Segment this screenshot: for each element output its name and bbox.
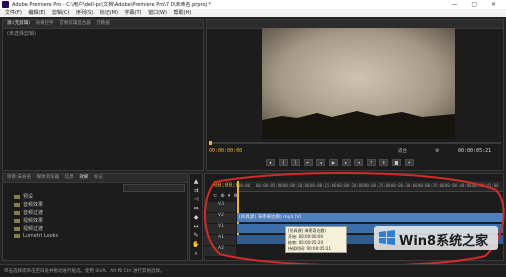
menu-bar: 文件(F) 编辑(E) 剪辑(C) 序列(S) 标记(M) 字幕(T) 窗口(W… — [0, 9, 506, 17]
menu-file[interactable]: 文件(F) — [5, 9, 22, 17]
menu-help[interactable]: 帮助(H) — [174, 9, 192, 17]
red-annotation-circle — [204, 171, 505, 267]
effects-panel-tabs: 项目:未命名 媒体浏览器 信息 效果 标记 — [3, 174, 187, 183]
tab-source[interactable]: 源:(无剪辑) — [7, 20, 30, 28]
step-forward-icon[interactable]: ▸ — [341, 159, 351, 166]
mark-in-icon[interactable]: { — [278, 159, 288, 166]
step-back-icon[interactable]: ◂ — [316, 159, 326, 166]
settings-wrench-icon[interactable]: ⚙ — [435, 148, 445, 154]
watermark: Win8系统之家 — [374, 226, 498, 250]
mark-out-icon[interactable]: } — [291, 159, 301, 166]
program-timecode-current[interactable]: 00:00:00:00 — [209, 148, 242, 154]
ripple-edit-tool-icon[interactable]: ⊣ — [192, 196, 200, 204]
razor-tool-icon[interactable]: ◆ — [192, 214, 200, 222]
folder-item[interactable]: 视频过渡 — [14, 225, 43, 232]
folder-icon — [14, 194, 20, 199]
lift-icon[interactable]: ⇡ — [366, 159, 376, 166]
go-to-out-icon[interactable]: ⇥ — [354, 159, 364, 166]
menu-clip[interactable]: 剪辑(C) — [52, 9, 69, 17]
tab-markers[interactable]: 标记 — [94, 174, 103, 182]
program-timecode-duration: 00:00:05:21 — [458, 148, 492, 154]
effects-search-input[interactable] — [123, 184, 185, 192]
plus-icon[interactable]: + — [404, 159, 414, 166]
program-playhead[interactable] — [209, 141, 212, 145]
folder-item[interactable]: 视频效果 — [14, 217, 43, 224]
window-controls[interactable]: — ▢ ✕ — [451, 1, 502, 8]
play-icon[interactable]: ▶ — [328, 159, 338, 166]
folder-icon — [14, 218, 20, 223]
folder-icon — [14, 226, 20, 231]
source-panel-tabs: 源:(无剪辑) 效果控件 音频剪辑混合器 元数据 — [3, 20, 203, 29]
menu-sequence[interactable]: 序列(S) — [76, 9, 93, 17]
folder-item[interactable]: 预设 — [14, 193, 33, 200]
watermark-text: Win8系统之家 — [399, 234, 489, 249]
folder-icon — [14, 210, 20, 215]
no-clip-selected-text: (未选择剪辑) — [7, 31, 36, 37]
zoom-tool-icon[interactable]: ⌕ — [192, 250, 200, 258]
menu-window[interactable]: 窗口(W) — [148, 9, 167, 17]
tab-effects[interactable]: 效果 — [79, 174, 88, 182]
menu-title[interactable]: 字幕(T) — [125, 9, 142, 17]
folder-item[interactable]: Lumetri Looks — [14, 233, 58, 239]
window-title: Adobe Premiere Pro - C:\用户\dell-pc\文档\Ad… — [12, 2, 212, 8]
selection-tool-icon[interactable]: ▲ — [192, 178, 200, 186]
pen-tool-icon[interactable]: ✎ — [192, 232, 200, 240]
windows-logo-icon — [379, 230, 395, 245]
status-bar: 单击选择或单击空白处并拖动进行框选。使用 Shift、Alt 和 Ctrl 进行… — [0, 264, 506, 277]
rate-stretch-tool-icon[interactable]: ⇔ — [192, 205, 200, 213]
tab-audio-clip-mixer[interactable]: 音频剪辑混合器 — [59, 20, 91, 28]
hand-tool-icon[interactable]: ✋ — [192, 241, 200, 249]
status-text: 单击选择或单击空白处并拖动进行框选。使用 Shift、Alt 和 Ctrl 进行… — [4, 269, 165, 274]
folder-icon — [14, 202, 20, 207]
zoom-fit-select[interactable]: 适合 — [398, 148, 407, 154]
tab-metadata[interactable]: 元数据 — [96, 20, 110, 28]
source-panel: 源:(无剪辑) 效果控件 音频剪辑混合器 元数据 (未选择剪辑) — [2, 19, 204, 171]
track-select-tool-icon[interactable]: ⇉ — [192, 187, 200, 195]
program-scrub-bar[interactable] — [209, 142, 501, 144]
tab-effect-controls[interactable]: 效果控件 — [36, 20, 54, 28]
program-video-frame[interactable] — [262, 28, 455, 139]
export-frame-icon[interactable]: ◙ — [391, 159, 401, 166]
go-to-in-icon[interactable]: ⇤ — [303, 159, 313, 166]
menu-marker[interactable]: 标记(M) — [100, 9, 118, 17]
transport-controls: ▾ { } ⇤ ◂ ▶ ▸ ⇥ ⇡ ⇞ ◙ + — [266, 159, 416, 166]
menu-edit[interactable]: 编辑(E) — [28, 9, 45, 17]
window-titlebar: Adobe Premiere Pro - C:\用户\dell-pc\文档\Ad… — [0, 0, 506, 9]
folder-icon — [14, 233, 20, 238]
folder-item[interactable]: 音频效果 — [14, 201, 43, 208]
slip-tool-icon[interactable]: ↔ — [192, 223, 200, 231]
add-marker-icon[interactable]: ▾ — [266, 159, 275, 166]
premiere-logo-icon — [2, 1, 9, 8]
tab-info[interactable]: 信息 — [65, 174, 74, 182]
tab-project[interactable]: 项目:未命名 — [7, 174, 31, 182]
tab-media-browser[interactable]: 媒体浏览器 — [37, 174, 60, 182]
folder-item[interactable]: 音频过渡 — [14, 209, 43, 216]
extract-icon[interactable]: ⇞ — [379, 159, 389, 166]
